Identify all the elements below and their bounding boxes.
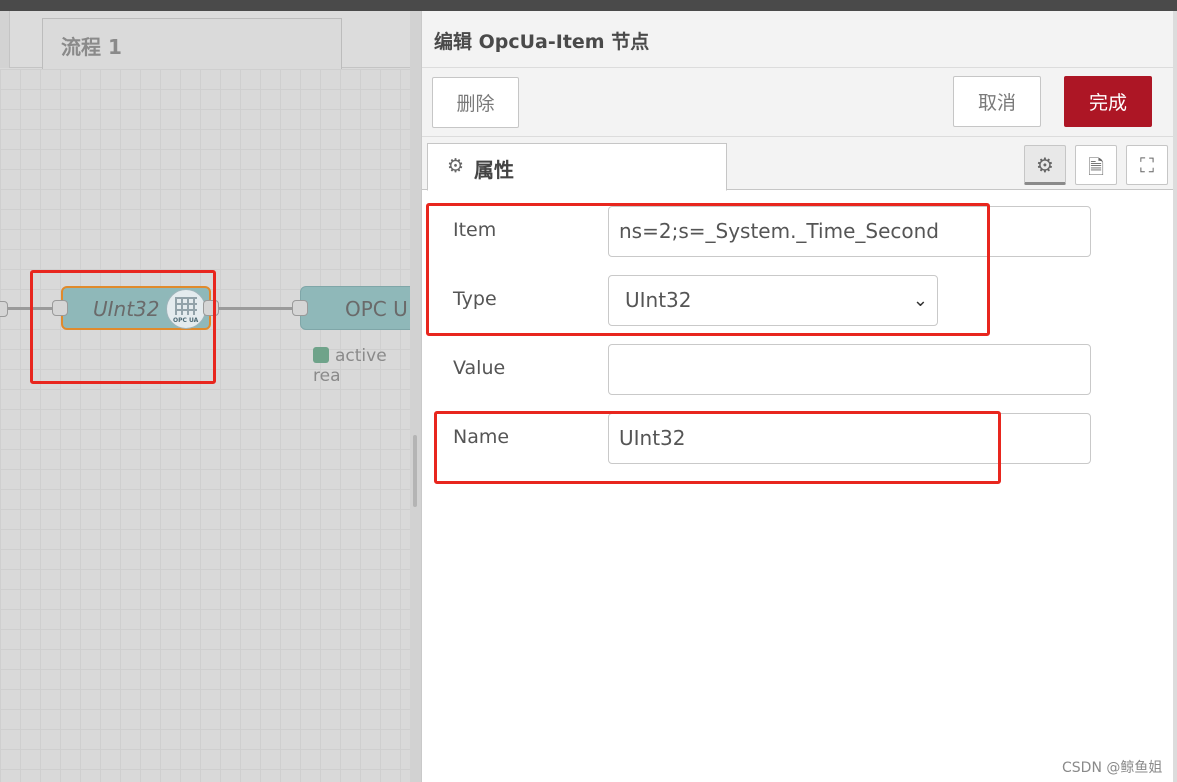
highlight-box-name bbox=[434, 411, 1001, 484]
editor-tabs: ⚙ 属性 ⚙ 🗎 ⛶ bbox=[422, 137, 1174, 191]
cancel-button[interactable]: 取消 bbox=[953, 76, 1041, 127]
splitter-handle[interactable] bbox=[413, 435, 417, 507]
opcua-client-input-port[interactable] bbox=[292, 300, 308, 316]
node-appearance-button[interactable]: ⛶ bbox=[1126, 145, 1168, 185]
canvas-grid[interactable] bbox=[0, 69, 410, 782]
tab-strip-scroll-left[interactable] bbox=[0, 11, 10, 68]
flow-tab-label: 流程 1 bbox=[61, 35, 122, 59]
upstream-output-port[interactable] bbox=[0, 301, 8, 317]
value-input[interactable] bbox=[608, 344, 1091, 395]
tab-flow-1[interactable]: 流程 1 bbox=[42, 18, 342, 69]
highlight-box-node bbox=[30, 270, 216, 384]
watermark: CSDN @鲸鱼姐 bbox=[1062, 760, 1163, 776]
value-label: Value bbox=[453, 357, 506, 379]
gear-icon: ⚙ bbox=[447, 155, 465, 177]
flow-tab-strip: 流程 1 bbox=[0, 11, 410, 69]
done-button[interactable]: 完成 bbox=[1064, 76, 1152, 127]
tab-properties-label: 属性 bbox=[474, 158, 514, 182]
frame-icon: ⛶ bbox=[1140, 153, 1154, 177]
node-editor-panel: 编辑 OpcUa-Item 节点 删除 取消 完成 ⚙ 属性 ⚙ 🗎 ⛶ Ite… bbox=[421, 11, 1174, 782]
opcua-client-status: active rea bbox=[313, 346, 387, 386]
gear-icon: ⚙ bbox=[1036, 153, 1054, 177]
node-properties-button[interactable]: ⚙ bbox=[1024, 145, 1066, 185]
top-bar bbox=[0, 0, 1177, 11]
editor-right-edge bbox=[1173, 11, 1177, 782]
opcua-client-node[interactable]: OPC U bbox=[300, 286, 410, 330]
node-description-button[interactable]: 🗎 bbox=[1075, 145, 1117, 185]
editor-toolbar: 删除 取消 完成 bbox=[422, 68, 1174, 137]
highlight-box-item-type bbox=[426, 203, 990, 336]
editor-title: 编辑 OpcUa-Item 节点 bbox=[434, 31, 650, 53]
flow-workspace: 流程 1 UInt32 OPC UA OPC U active rea bbox=[0, 11, 410, 782]
tab-properties[interactable]: ⚙ 属性 bbox=[427, 143, 727, 191]
opcua-client-node-label: OPC U bbox=[345, 297, 408, 321]
panel-splitter[interactable] bbox=[410, 11, 421, 782]
wire-uint-to-opc bbox=[211, 307, 301, 310]
document-icon: 🗎 bbox=[1087, 155, 1105, 179]
delete-button[interactable]: 删除 bbox=[432, 77, 519, 128]
editor-header: 编辑 OpcUa-Item 节点 bbox=[422, 11, 1174, 68]
